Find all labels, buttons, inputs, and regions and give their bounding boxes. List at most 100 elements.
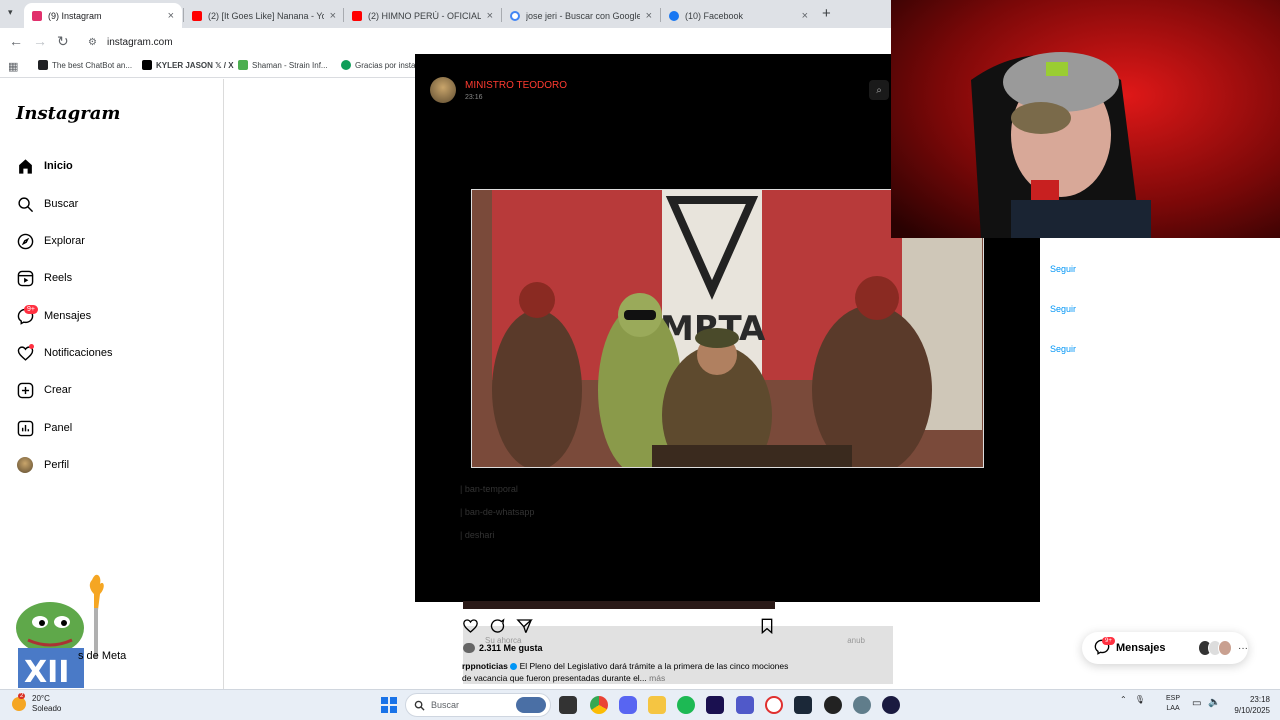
input-language[interactable]: ESP LAA: [1166, 694, 1180, 714]
tab-search-icon[interactable]: ▾: [8, 7, 13, 18]
monitor-icon[interactable]: ▭: [1192, 698, 1201, 709]
bookmark-kyler-jason[interactable]: KYLER JASON 𝕏 / X: [142, 60, 234, 70]
clock-date: 9/10/2025: [1234, 706, 1270, 715]
tab-youtube-nanana[interactable]: (2) [It Goes Like] Nanana - YouTube ×: [184, 3, 344, 28]
google-favicon-icon: [510, 10, 520, 21]
sidebar-item-inicio[interactable]: Inicio: [16, 157, 73, 175]
chrome-icon[interactable]: [590, 696, 608, 714]
bookmark-shaman[interactable]: Shaman - Strain Inf...: [238, 60, 328, 70]
meta-footer-text[interactable]: s de Meta: [78, 650, 126, 662]
search-icon: [16, 195, 34, 213]
likes-count[interactable]: 2.311 Me gusta: [463, 643, 543, 653]
tab-google[interactable]: jose jeri - Buscar con Google ×: [502, 3, 660, 28]
bookmark-gracias[interactable]: Gracias por insta: [341, 60, 415, 70]
bookmark-label: KYLER JASON 𝕏 / X: [156, 60, 234, 70]
new-tab-button[interactable]: +: [822, 5, 831, 22]
app-icon[interactable]: [882, 696, 900, 714]
opera-icon[interactable]: [765, 696, 783, 714]
close-icon[interactable]: ×: [168, 10, 174, 22]
instagram-logo[interactable]: Instagram: [16, 103, 120, 124]
caption-username[interactable]: rppnoticias: [462, 661, 508, 671]
obs-icon[interactable]: [824, 696, 842, 714]
back-arrow-icon[interactable]: ←: [9, 33, 23, 49]
close-icon[interactable]: ×: [487, 10, 493, 22]
post-author-avatar[interactable]: [430, 77, 456, 103]
channel-row: | deshari: [460, 530, 495, 540]
follow-button[interactable]: Seguir: [1050, 304, 1076, 314]
forward-arrow-icon[interactable]: →: [33, 33, 47, 49]
profile-avatar: [16, 456, 34, 474]
apps-grid-icon[interactable]: ▦: [8, 60, 18, 73]
settings-gear-icon[interactable]: [853, 696, 871, 714]
tab-title: jose jeri - Buscar con Google: [526, 10, 640, 21]
like-heart-icon[interactable]: [462, 618, 479, 637]
channel-row: | ban-de-whatsapp: [460, 507, 535, 517]
tab-title: (10) Facebook: [685, 10, 744, 21]
address-bar[interactable]: ⚙ instagram.com: [80, 32, 880, 53]
post-timestamp: 23:16: [465, 94, 483, 101]
weather-widget[interactable]: 2 20°C Soleado: [12, 693, 61, 714]
search-placeholder: Buscar: [431, 700, 460, 710]
steam-icon[interactable]: [794, 696, 812, 714]
youtube-favicon-icon: [192, 10, 202, 21]
close-icon[interactable]: ×: [330, 10, 336, 22]
follow-button[interactable]: Seguir: [1050, 344, 1076, 354]
system-tray: ⌃ 🎙: [1120, 695, 1145, 704]
tab-instagram[interactable]: (9) Instagram ×: [24, 3, 182, 28]
file-explorer-icon[interactable]: [648, 696, 666, 714]
messages-badge: 9+: [24, 305, 38, 314]
chevron-up-icon[interactable]: ⌃: [1120, 695, 1127, 704]
search-icon: [414, 700, 425, 711]
tab-youtube-himno[interactable]: (2) HIMNO PERÚ - OFICIAL - YouTube ×: [344, 3, 501, 28]
close-icon[interactable]: ×: [646, 10, 652, 22]
sidebar-item-buscar[interactable]: Buscar: [16, 195, 78, 213]
streamer-webcam-overlay: [891, 0, 1280, 238]
teams-icon[interactable]: [736, 696, 754, 714]
browser-tab-bar: ▾ (9) Instagram × (2) [It Goes Like] Nan…: [0, 0, 892, 28]
bookmark-chatbot[interactable]: The best ChatBot an...: [38, 60, 132, 70]
microphone-icon[interactable]: 🎙: [1135, 695, 1145, 704]
weather-badge: 2: [18, 693, 26, 699]
tab-title: (9) Instagram: [48, 10, 102, 21]
windows-start-icon[interactable]: [381, 697, 397, 713]
bookmark-save-icon[interactable]: [760, 618, 774, 637]
close-icon[interactable]: ×: [802, 10, 808, 22]
sidebar-item-explorar[interactable]: Explorar: [16, 232, 85, 250]
bookmark-label: Gracias por insta: [355, 60, 416, 70]
pepe-sticker-overlay: XII: [16, 574, 104, 688]
discord-icon[interactable]: [619, 696, 637, 714]
tab-facebook[interactable]: (10) Facebook ×: [661, 3, 816, 28]
reload-icon[interactable]: ↻: [57, 33, 69, 50]
premiere-icon[interactable]: [706, 696, 724, 714]
tab-title: (2) [It Goes Like] Nanana - YouTube: [208, 10, 324, 21]
site-info-icon[interactable]: ⚙: [88, 37, 97, 48]
more-dots-icon: ···: [1238, 642, 1249, 654]
bookmark-label: Shaman - Strain Inf...: [252, 60, 328, 70]
caption-more-link[interactable]: más: [649, 673, 665, 683]
comment-icon[interactable]: [489, 618, 506, 637]
speaker-icon[interactable]: 🔈: [1208, 697, 1220, 708]
messages-pill-label: Mensajes: [1116, 642, 1166, 654]
sidebar-item-panel[interactable]: Panel: [16, 419, 72, 437]
post-author-name[interactable]: MINISTRO TEODORO: [465, 80, 567, 91]
share-send-icon[interactable]: [516, 618, 533, 637]
task-view-icon[interactable]: [559, 696, 577, 714]
sidebar-item-label: Buscar: [44, 198, 79, 210]
sidebar-item-reels[interactable]: Reels: [16, 269, 72, 287]
taskbar-search[interactable]: Buscar: [405, 693, 551, 717]
svg-text:XII: XII: [24, 655, 69, 688]
follow-button[interactable]: Seguir: [1050, 264, 1076, 274]
sidebar-item-label: Mensajes: [44, 310, 92, 322]
sidebar-item-crear[interactable]: Crear: [16, 381, 72, 399]
x-favicon-icon: [142, 60, 152, 70]
messages-pill-badge: 9+: [1102, 637, 1115, 645]
zoom-icon[interactable]: ⌕: [869, 80, 889, 100]
messages-floating-button[interactable]: 9+ Mensajes ···: [1082, 632, 1248, 664]
home-icon: [16, 157, 34, 175]
spotify-icon[interactable]: [677, 696, 695, 714]
sidebar-item-perfil[interactable]: Perfil: [16, 456, 69, 474]
windows-taskbar: 2 20°C Soleado Buscar ⌃ 🎙 ESP LAA ▭ 🔈 23…: [0, 689, 1280, 720]
lang-layout: LAA: [1166, 705, 1180, 712]
overlay-text-right: anub: [847, 636, 865, 645]
clock[interactable]: 23:18 9/10/2025: [1226, 694, 1270, 716]
